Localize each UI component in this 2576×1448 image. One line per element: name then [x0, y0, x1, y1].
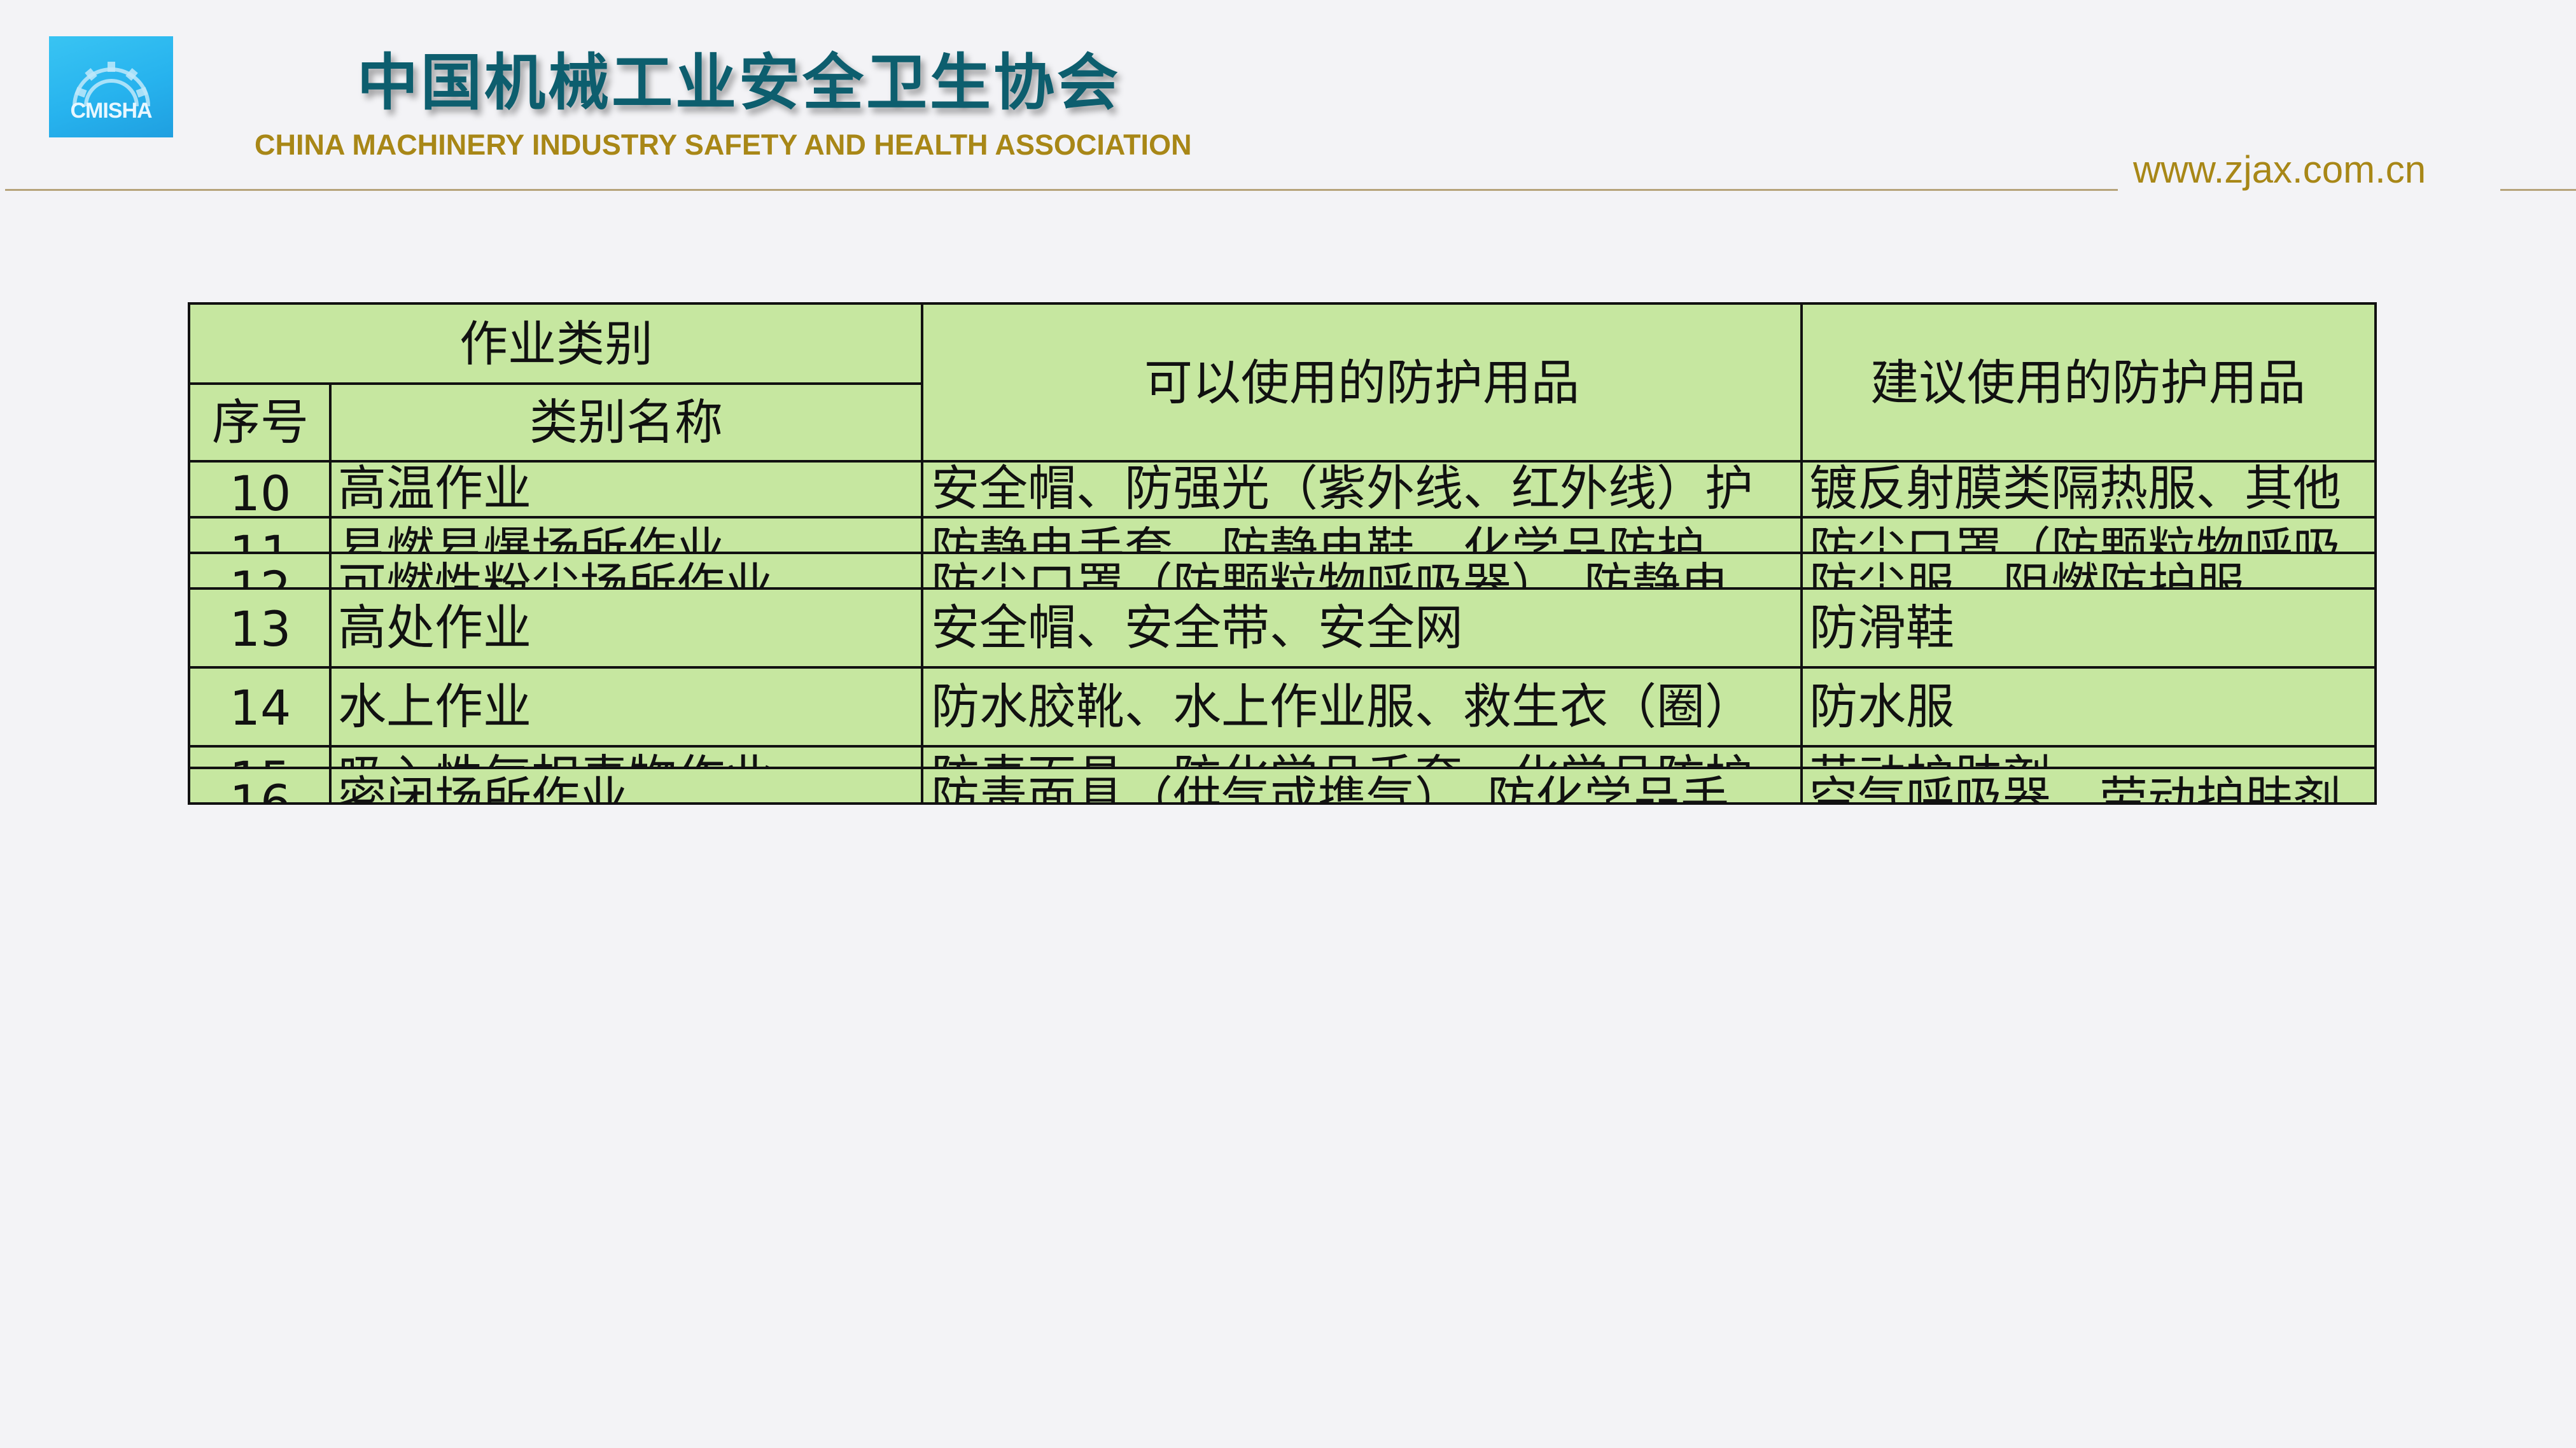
row-14-allowed: 防水胶靴、水上作业服、救生衣（圈）	[931, 678, 1753, 735]
row-12-name: 可燃性粉尘场所作业	[338, 557, 773, 587]
protective-equipment-table: 作业类别 序号 类别名称 可以使用的防护用品 建议使用的防护用品 10 高温作业…	[188, 302, 2377, 805]
grid-line	[190, 745, 2374, 748]
grid-line	[190, 666, 2374, 669]
row-16-allowed: 防毒面具（供气或携气）、防化学品手	[931, 771, 1729, 805]
header-divider-left	[5, 189, 2118, 191]
org-name-chinese: 中国机械工业安全卫生协会	[357, 47, 1121, 118]
logo-text: CMISHA	[70, 99, 152, 123]
row-16-name: 密闭场所作业	[338, 771, 628, 805]
row-13-recommended: 防滑鞋	[1809, 599, 1954, 656]
row-16-seq: 16	[229, 774, 291, 805]
grid-line	[190, 552, 2374, 554]
website-link[interactable]: www.zjax.com.cn	[2133, 148, 2426, 191]
row-15-recommended: 劳动护肤剂	[1809, 748, 2372, 769]
grid-line	[921, 305, 923, 802]
grid-line	[1800, 305, 1803, 802]
grid-line	[190, 587, 2374, 590]
cmisha-logo: CMISHA	[49, 36, 173, 137]
row-16-recommended: 空气呼吸器、劳动护肤剂	[1809, 771, 2341, 805]
grid-line	[190, 382, 922, 385]
row-11-recommended: 防尘口罩（防颗粒物呼吸	[1809, 522, 2341, 554]
row-12-recommended: 防尘服、阻燃防护服	[1809, 557, 2244, 587]
row-14-seq: 14	[229, 679, 291, 736]
header-recommended-equipment: 建议使用的防护用品	[1870, 354, 2306, 411]
row-11-name: 易燃易爆场所作业	[338, 522, 725, 554]
row-15-allowed: 防毒面具、防化学品手套、化学品防护	[931, 748, 1798, 769]
header-allowed-equipment: 可以使用的防护用品	[1144, 354, 1579, 411]
row-11-allowed: 防静电手套、防静电鞋、化学品防护	[931, 522, 1705, 554]
header-divider-right	[2500, 189, 2576, 191]
row-14-name: 水上作业	[338, 678, 531, 735]
row-12-allowed: 防尘口罩（防颗粒物呼吸器）、防静电	[931, 557, 1729, 587]
row-10-recommended: 镀反射膜类隔热服、其他	[1809, 460, 2341, 513]
grid-line	[190, 460, 2374, 463]
row-13-allowed: 安全帽、安全带、安全网	[931, 599, 1463, 656]
row-13-seq: 13	[229, 601, 291, 657]
grid-line	[190, 516, 2374, 519]
row-15-name: 吸入性气相毒物作业	[338, 748, 917, 769]
row-10-seq: 10	[229, 465, 291, 519]
header-category-name: 类别名称	[529, 394, 723, 450]
row-10-name: 高温作业	[338, 460, 531, 513]
row-14-recommended: 防水服	[1809, 678, 1954, 735]
row-13-name: 高处作业	[338, 599, 531, 656]
grid-line	[190, 767, 2374, 769]
row-12-seq: 12	[190, 554, 330, 587]
row-10-allowed: 安全帽、防强光（紫外线、红外线）护	[931, 460, 1753, 513]
header-category: 作业类别	[459, 316, 653, 372]
header-seq: 序号	[212, 394, 309, 450]
row-15-seq: 15	[190, 748, 330, 769]
grid-line	[329, 384, 332, 802]
org-name-english: CHINA MACHINERY INDUSTRY SAFETY AND HEAL…	[255, 129, 1192, 161]
row-11-seq: 11	[229, 525, 291, 554]
